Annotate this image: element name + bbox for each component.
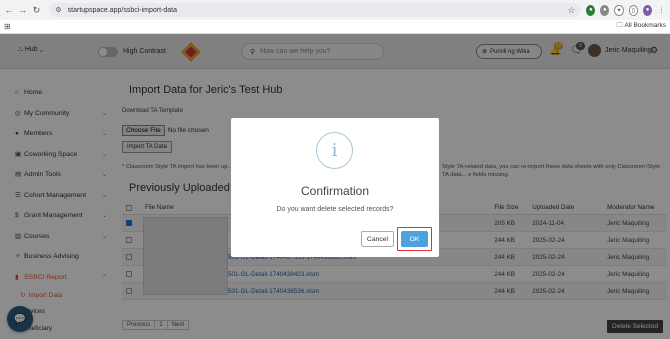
cancel-button[interactable]: Cancel — [361, 231, 394, 247]
back-icon[interactable]: ← — [4, 4, 14, 16]
sidepanel-icon[interactable]: ▯ — [628, 4, 639, 16]
extension-icon[interactable]: ● — [600, 4, 610, 16]
apps-grid-icon[interactable]: ⊞ — [4, 22, 11, 31]
dialog-message: Do you want delete selected records? — [276, 206, 394, 213]
profile-avatar-icon[interactable]: ● — [643, 4, 653, 16]
bookmark-star-icon[interactable]: ☆ — [567, 5, 575, 16]
address-bar[interactable]: ⚙ startupspace.app/ssbci-import-data ☆ — [49, 3, 582, 17]
confirmation-dialog: i Confirmation Do you want delete select… — [231, 118, 439, 257]
more-icon[interactable]: ⋮ — [657, 4, 667, 16]
all-bookmarks-link[interactable]: 🗀 All Bookmarks — [617, 21, 667, 32]
dialog-title: Confirmation — [300, 184, 370, 198]
extension-icon[interactable]: ● — [586, 4, 596, 16]
info-icon: i — [316, 132, 353, 169]
ok-button[interactable]: OK — [401, 231, 428, 247]
forward-icon[interactable]: → — [18, 4, 28, 16]
reload-icon[interactable]: ↻ — [32, 4, 42, 16]
bookmarks-bar: ⊞ 🗀 All Bookmarks — [0, 20, 670, 34]
browser-toolbar: ← → ↻ ⚙ startupspace.app/ssbci-import-da… — [0, 0, 670, 20]
site-info-icon[interactable]: ⚙ — [55, 6, 61, 14]
folder-icon: 🗀 — [616, 22, 624, 29]
ok-button-highlight: OK — [397, 227, 432, 251]
puzzle-icon[interactable]: ✦ — [614, 4, 624, 16]
url-text: startupspace.app/ssbci-import-data — [67, 6, 178, 14]
